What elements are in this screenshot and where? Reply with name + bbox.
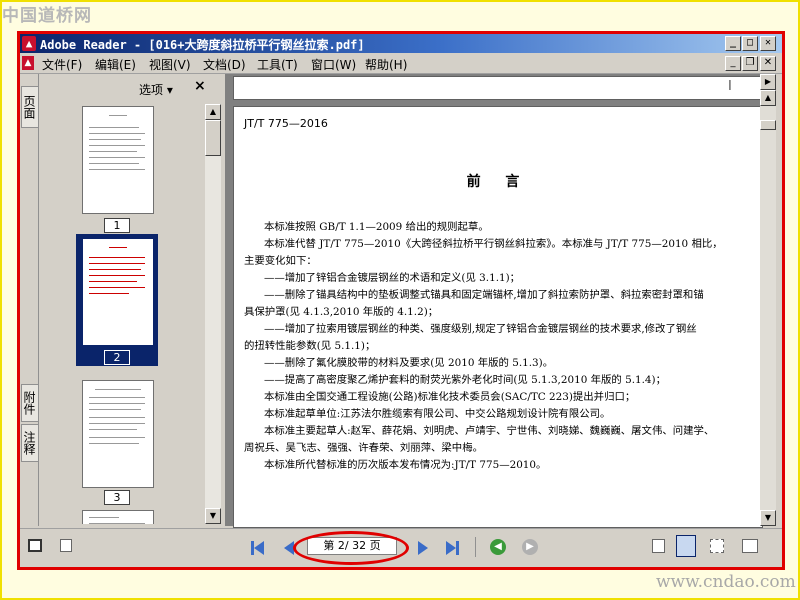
close-button[interactable]: ✕ [760,36,776,51]
go-back-icon[interactable]: ◀ [490,539,506,555]
page-header: JT/T 775—2016 [244,117,328,130]
first-page-icon[interactable] [254,541,264,555]
paragraph: 本标准代替 JT/T 775—2010《大跨径斜拉桥平行钢丝斜拉索》。本标准与 … [264,238,723,250]
watermark-top: 中国道桥网 [2,6,92,26]
page-thumbnail-4[interactable] [82,510,154,524]
watermark-bottom: www.cndao.com [656,572,796,592]
menu-tools[interactable]: 工具(T) [257,56,298,73]
thumbnail-number: 2 [104,350,130,365]
page-thumbnail-2[interactable] [82,238,154,346]
navigation-panel: 选项 ▾ × 1 2 3 ▲ ▼ [39,74,221,526]
page-indicator-annotation [293,531,409,565]
app-window: ▲ Adobe Reader - [016+大跨度斜拉桥平行钢丝拉索.pdf] … [17,31,785,570]
paragraph: 本标准主要起草人:赵军、薛花娟、刘明虎、卢靖宇、宁世伟、刘晓娣、魏巍巍、屠文伟、… [264,425,715,437]
paragraph: 本标准起草单位:江苏法尔胜缆索有限公司、中交公路规划设计院有限公司。 [264,408,611,420]
paragraph: ——增加了锌铝合金镀层钢丝的术语和定义(见 3.1.1)； [264,272,521,284]
document-icon[interactable]: ▲ [22,56,34,70]
paragraph: 本标准按照 GB/T 1.1—2009 给出的规则起草。 [264,221,489,233]
paragraph: 的扭转性能参数(见 5.1.1)； [244,340,376,352]
menu-view[interactable]: 视图(V) [149,56,191,73]
thumbnail-number: 3 [104,490,130,505]
scroll-up-button[interactable]: ▲ [760,90,776,106]
last-page-icon[interactable] [446,541,456,555]
menu-document[interactable]: 文档(D) [203,56,246,73]
thumbnail-scrollbar[interactable]: ▲ ▼ [205,104,221,524]
close-icon[interactable]: × [194,78,206,94]
doc-restore-button[interactable]: ❐ [742,56,758,71]
first-page-bar-icon [251,541,254,555]
document-view: I JT/T 775—2016 前 言 本标准按照 GB/T 1.1—2009 … [225,74,763,528]
side-tab-strip: 页面 附件 注释 [20,74,39,526]
minimize-button[interactable]: _ [725,36,741,51]
page-thumbnail-1[interactable] [82,106,154,214]
window-title: Adobe Reader - [016+大跨度斜拉桥平行钢丝拉索.pdf] [40,38,365,52]
tab-comments[interactable]: 注释 [21,424,39,462]
single-page-icon[interactable] [652,539,665,553]
pdf-page[interactable]: JT/T 775—2016 前 言 本标准按照 GB/T 1.1—2009 给出… [233,106,763,528]
scroll-thumb[interactable] [760,120,776,130]
paragraph: 周祝兵、吴飞志、强强、许春荣、刘丽萍、梁中梅。 [244,442,483,454]
tab-attachments[interactable]: 附件 [21,384,39,422]
scroll-right-arrow-button[interactable]: ▶ [760,74,776,90]
acrobat-icon: ▲ [22,36,36,51]
maximize-button[interactable]: □ [742,36,758,51]
status-bar: 第 2/ 32 页 ◀ ▶ [20,528,782,567]
doc-close-button[interactable]: ✕ [760,56,776,71]
separator [475,537,476,557]
menu-edit[interactable]: 编辑(E) [95,56,136,73]
page-thumbnail-3[interactable] [82,380,154,488]
paragraph: ——提高了高密度聚乙烯护套料的耐荧光紫外老化时间(见 5.1.3,2010 年版… [264,374,666,386]
scroll-up-button[interactable]: ▲ [205,104,221,120]
last-page-bar-icon [456,541,459,555]
thumbnail-number: 1 [104,218,130,233]
go-forward-icon[interactable]: ▶ [522,539,538,555]
options-menu[interactable]: 选项 ▾ [139,81,173,98]
paragraph: ——删除了氟化膜胶带的材料及要求(见 2010 年版的 5.1.3)。 [264,357,554,369]
paragraph: 主要变化如下： [244,255,317,267]
document-scrollbar[interactable]: ▶ ▲ ▼ [760,74,776,526]
panel-toggle-icon[interactable] [28,539,42,552]
continuous-page-icon[interactable] [676,535,696,557]
scroll-down-button[interactable]: ▼ [760,510,776,526]
page-title: 前 言 [466,174,530,190]
continuous-facing-icon[interactable] [742,539,758,553]
menu-window[interactable]: 窗口(W) [311,56,356,73]
menu-bar: ▲ 文件(F) 编辑(E) 视图(V) 文档(D) 工具(T) 窗口(W) 帮助… [20,53,782,74]
paragraph: 本标准所代替标准的历次版本发布情况为:JT/T 775—2010。 [264,459,547,471]
document-properties-icon[interactable] [60,539,72,552]
title-bar: ▲ Adobe Reader - [016+大跨度斜拉桥平行钢丝拉索.pdf] … [20,34,782,53]
paragraph: ——删除了锚具结构中的垫板调整式锚具和固定端锚杯,增加了斜拉索防护罩、斜拉索密封… [264,289,704,301]
next-page-icon[interactable] [418,541,428,555]
thumbnail-list: 1 2 3 [43,104,221,524]
text-cursor-icon: I [728,79,732,94]
facing-pages-icon[interactable] [710,539,724,553]
paragraph: ——增加了拉索用镀层钢丝的种类、强度级别,规定了锌铝合金镀层钢丝的技术要求,修改… [264,323,697,335]
tab-pages[interactable]: 页面 [21,86,39,128]
menu-file[interactable]: 文件(F) [42,56,82,73]
paragraph: 具保护罩(见 4.1.3,2010 年版的 4.1.2)； [244,306,439,318]
scroll-thumb[interactable] [205,120,221,156]
doc-minimize-button[interactable]: _ [725,56,741,71]
previous-page-bottom: I [233,76,763,100]
menu-help[interactable]: 帮助(H) [365,56,407,73]
nav-panel-header: 选项 ▾ × [39,74,221,100]
paragraph: 本标准由全国交通工程设施(公路)标准化技术委员会(SAC/TC 223)提出并归… [264,391,636,403]
scroll-down-button[interactable]: ▼ [205,508,221,524]
